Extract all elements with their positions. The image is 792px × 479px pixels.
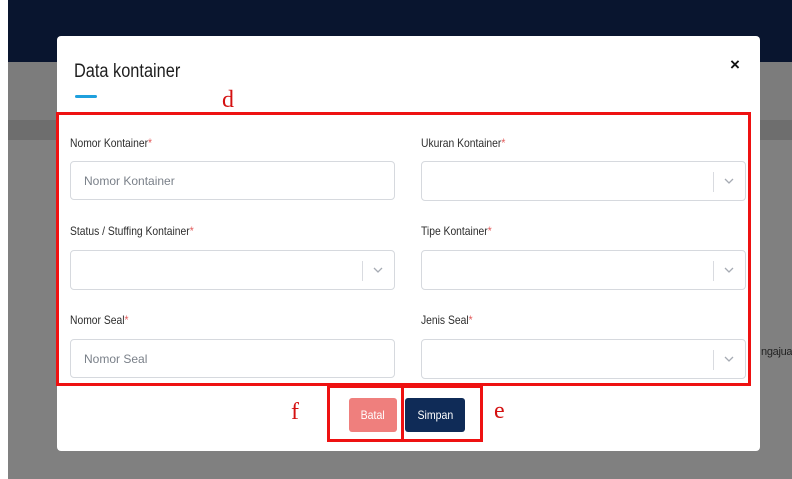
annotation-simpan-box bbox=[401, 385, 483, 442]
annotation-label-d: d bbox=[222, 87, 234, 113]
background-text: ngajua bbox=[761, 346, 792, 358]
annotation-label-f: f bbox=[291, 399, 299, 425]
annotation-batal-box bbox=[327, 385, 404, 442]
annotation-label-e: e bbox=[494, 398, 505, 424]
title-underline bbox=[75, 95, 97, 98]
annotation-form-box bbox=[56, 112, 751, 386]
close-icon[interactable]: × bbox=[730, 55, 740, 75]
modal-title: Data kontainer bbox=[74, 61, 181, 82]
